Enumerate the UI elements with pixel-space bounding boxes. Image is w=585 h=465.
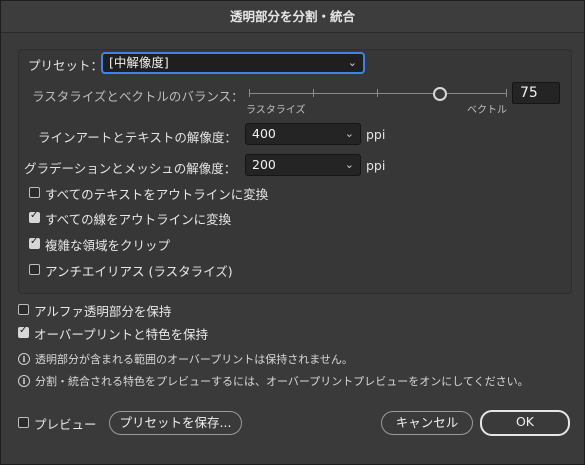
rasterize-end-label: ラスタライズ	[246, 105, 306, 116]
cancel-button[interactable]: キャンセル	[381, 411, 473, 435]
info-message-2: 分割・統合される特色をプレビューするには、オーバープリントプレビューをオンにして…	[35, 375, 529, 388]
balance-label: ラスタライズとベクトルのバランス：	[32, 89, 244, 104]
keep-alpha-checkbox[interactable]	[18, 304, 29, 315]
slider-tick	[313, 89, 314, 97]
slider-tick	[377, 89, 378, 97]
info-icon: i	[18, 353, 30, 365]
preview-checkbox[interactable]	[18, 417, 29, 428]
preview-label: プレビュー	[34, 417, 97, 432]
line-art-resolution-select[interactable]: 400 ⌄	[245, 123, 361, 145]
chevron-down-icon: ⌄	[344, 127, 354, 140]
ok-button[interactable]: OK	[480, 410, 570, 436]
info-message-1: 透明部分が含まれる範囲のオーバープリントは保持されません。	[35, 353, 353, 366]
slider-tick	[249, 89, 250, 97]
preset-dropdown[interactable]: [中解像度] ⌄	[101, 52, 365, 74]
preset-value: [中解像度]	[109, 55, 169, 70]
chevron-down-icon: ⌄	[344, 158, 354, 171]
line-art-resolution-label: ラインアートとテキストの解像度：	[38, 130, 237, 145]
keep-overprint-checkbox[interactable]	[18, 325, 29, 338]
keep-overprint-label: オーバープリントと特色を保持	[34, 327, 209, 342]
line-art-unit: ppi	[366, 127, 386, 142]
clip-complex-regions-checkbox[interactable]	[29, 236, 40, 249]
dialog-window: 透明部分を分割・統合 プリセット： [中解像度] ⌄ ラスタライズとベクトルのバ…	[0, 0, 585, 465]
balance-value-input[interactable]: 75	[512, 82, 560, 104]
balance-slider-track[interactable]	[249, 93, 507, 94]
convert-text-outlines-label: すべてのテキストをアウトラインに変換	[45, 187, 269, 202]
vector-end-label: ベクトル	[467, 105, 507, 116]
convert-strokes-outlines-checkbox[interactable]	[29, 210, 40, 223]
save-preset-button[interactable]: プリセットを保存...	[109, 411, 242, 435]
gradient-resolution-select[interactable]: 200 ⌄	[245, 154, 361, 176]
gradient-unit: ppi	[366, 158, 386, 173]
info-icon: i	[18, 375, 30, 387]
convert-strokes-outlines-label: すべての線をアウトラインに変換	[45, 212, 232, 227]
convert-text-outlines-checkbox[interactable]	[29, 187, 40, 198]
gradient-resolution-value: 200	[252, 157, 276, 172]
slider-tick	[506, 89, 507, 97]
gradient-resolution-label: グラデーションとメッシュの解像度：	[24, 161, 237, 176]
line-art-resolution-value: 400	[252, 126, 276, 141]
dialog-title: 透明部分を分割・統合	[1, 1, 584, 33]
chevron-down-icon: ⌄	[347, 56, 357, 69]
clip-complex-regions-label: 複雑な領域をクリップ	[45, 238, 171, 253]
keep-alpha-label: アルファ透明部分を保持	[34, 304, 172, 319]
balance-slider-knob[interactable]	[433, 87, 447, 101]
preset-label: プリセット：	[28, 58, 104, 73]
anti-alias-checkbox[interactable]	[29, 264, 40, 275]
anti-alias-label: アンチエイリアス (ラスタライズ)	[45, 264, 233, 279]
